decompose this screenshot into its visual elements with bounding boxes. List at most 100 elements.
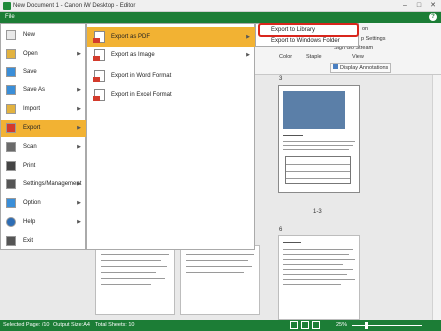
import-icon <box>6 104 16 114</box>
export-submenu-item-export-in-word-format[interactable]: Export in Word Format <box>87 66 255 86</box>
submenu-arrow-icon: ▶ <box>77 87 81 93</box>
menu-bar: File ? <box>0 12 441 23</box>
file-menu-item-label: Option <box>23 200 41 206</box>
file-menu-item-save[interactable]: Save <box>1 64 86 81</box>
export-submenu-item-export-as-image[interactable]: Export as Image ▶ <box>87 45 255 65</box>
file-menu-item-label: New <box>23 32 36 38</box>
status-bar: Selected Page: /10 Output Size:A4 Total … <box>0 320 441 331</box>
file-menu-item-help[interactable]: Help ▶ <box>1 214 86 231</box>
display-annotations-button[interactable]: Display Annotations <box>330 63 392 73</box>
open-folder-icon <box>6 49 16 59</box>
file-menu-item-label: Open <box>23 51 38 57</box>
submenu-arrow-icon: ▶ <box>77 200 81 206</box>
file-menu-item-label: Export <box>23 125 41 131</box>
settings-gear-icon <box>6 179 16 189</box>
view-mode-icon-3[interactable] <box>312 321 320 329</box>
submenu-arrow-icon: ▶ <box>77 181 81 187</box>
submenu-arrow-icon: ▶ <box>77 125 81 131</box>
annotation-icon <box>333 64 338 69</box>
status-selected-page: Selected Page: /10 <box>3 322 50 328</box>
submenu-arrow-icon: ▶ <box>246 34 250 40</box>
file-menu-item-save-as[interactable]: Save As ▶ <box>1 82 86 99</box>
help-icon[interactable]: ? <box>429 13 437 21</box>
file-menu-item-label: Settings/Management <box>23 181 82 187</box>
page-table <box>285 156 351 184</box>
image-file-icon <box>93 49 105 61</box>
submenu-arrow-icon: ▶ <box>77 106 81 112</box>
page-thumbnail-6[interactable] <box>278 235 360 320</box>
word-file-icon <box>93 70 105 82</box>
ribbon-on-label[interactable]: on <box>362 26 368 32</box>
file-menu-item-label: Exit <box>23 238 34 244</box>
page-number-3: 3 <box>279 76 283 82</box>
submenu-arrow-icon: ▶ <box>77 219 81 225</box>
pdf-submenu-item-export-to-windows-folder[interactable]: Export to Windows Folder <box>256 36 359 47</box>
export-icon <box>6 123 16 133</box>
ribbon-group-color: Color <box>279 54 293 60</box>
page-thumbnail-3[interactable] <box>278 85 360 193</box>
file-menu-tab[interactable]: File <box>5 14 15 20</box>
file-menu-item-label: Save <box>23 69 37 75</box>
new-document-icon <box>6 30 16 40</box>
file-menu-item-export[interactable]: Export ▶ <box>1 120 86 137</box>
file-menu-item-scan[interactable]: Scan ▶ <box>1 139 86 156</box>
status-output-size: Output Size:A4 <box>53 322 90 328</box>
minimize-button[interactable]: – <box>398 0 412 12</box>
view-mode-icon[interactable] <box>290 321 298 329</box>
page-photo <box>283 91 345 129</box>
pdf-submenu-item-label: Export to Windows Folder <box>271 38 340 44</box>
pdf-file-icon <box>93 31 105 43</box>
status-total-sheets: Total Sheets: 10 <box>95 322 135 328</box>
file-menu-item-label: Help <box>23 219 36 225</box>
zoom-slider-thumb[interactable] <box>365 322 368 329</box>
option-gear-icon <box>6 198 16 208</box>
export-submenu-item-export-in-excel-format[interactable]: Export in Excel Format <box>87 85 255 105</box>
scanner-icon <box>6 142 16 152</box>
page-range-label: 1-3 <box>313 209 322 215</box>
view-mode-icon-2[interactable] <box>301 321 309 329</box>
submenu-arrow-icon: ▶ <box>77 144 81 150</box>
file-menu-item-label: Print <box>23 163 36 169</box>
page-thumbnail-middle[interactable] <box>180 245 260 315</box>
file-menu-item-print[interactable]: Print <box>1 158 86 175</box>
excel-file-icon <box>93 89 105 101</box>
export-submenu-item-label: Export as PDF <box>111 34 151 40</box>
zoom-slider[interactable] <box>352 325 422 326</box>
file-menu-item-label: Import <box>23 106 41 112</box>
exit-icon <box>6 236 16 246</box>
title-bar: New Document 1 - Canon iW Desktop - Edit… <box>0 0 441 12</box>
file-menu-item-import[interactable]: Import ▶ <box>1 101 86 118</box>
file-menu-item-new[interactable]: New <box>1 27 86 44</box>
maximize-button[interactable]: □ <box>412 0 426 12</box>
file-menu-item-open[interactable]: Open ▶ <box>1 46 86 63</box>
file-menu-item-exit[interactable]: Exit <box>1 233 86 250</box>
page-number-6: 6 <box>279 227 283 233</box>
export-to-library-callout <box>258 23 359 37</box>
export-submenu: Export as PDF ▶ Export as Image ▶ Export in … <box>86 23 255 250</box>
ribbon-group-staple: Staple <box>306 54 322 60</box>
save-icon <box>6 67 16 77</box>
export-submenu-item-label: Export in Word Format <box>111 73 172 79</box>
vertical-scrollbar[interactable] <box>432 75 441 320</box>
ribbon-group-view: View <box>352 54 364 60</box>
window-title: New Document 1 - Canon iW Desktop - Edit… <box>13 3 136 9</box>
close-button[interactable]: ✕ <box>426 0 440 12</box>
ribbon-settings-button[interactable]: p Settings <box>361 36 385 42</box>
file-menu: New Open ▶ Save Save As ▶ Import ▶ Export ▶ Scan ▶ P… <box>0 23 86 250</box>
file-menu-item-settings-management[interactable]: Settings/Management ▶ <box>1 176 86 193</box>
app-icon <box>3 2 11 10</box>
export-submenu-item-label: Export in Excel Format <box>111 92 172 98</box>
save-as-icon <box>6 85 16 95</box>
export-submenu-item-label: Export as Image <box>111 52 155 58</box>
display-annotations-label: Display Annotations <box>340 65 389 71</box>
file-menu-item-label: Save As <box>23 87 46 93</box>
export-submenu-item-export-as-pdf[interactable]: Export as PDF ▶ <box>87 27 255 47</box>
help-icon <box>6 217 16 227</box>
submenu-arrow-icon: ▶ <box>77 51 81 57</box>
page-thumbnail-left[interactable] <box>95 245 175 315</box>
submenu-arrow-icon: ▶ <box>246 52 250 58</box>
file-menu-item-option[interactable]: Option ▶ <box>1 195 86 212</box>
zoom-level: 25% <box>336 322 348 328</box>
printer-icon <box>6 161 16 171</box>
file-menu-item-label: Scan <box>23 144 37 150</box>
